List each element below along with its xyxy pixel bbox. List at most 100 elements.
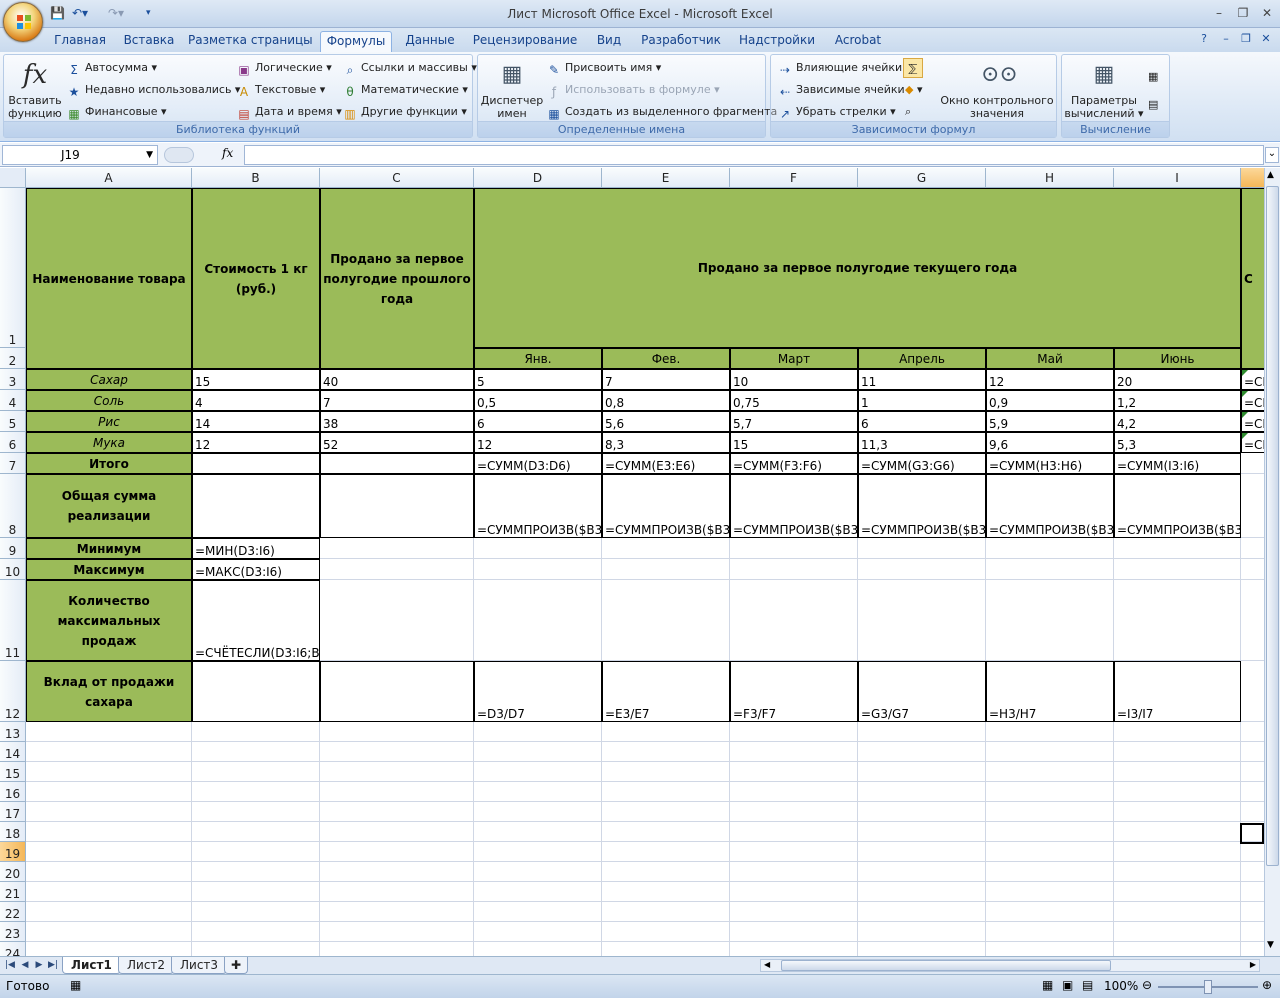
grid-cell[interactable] xyxy=(192,942,320,956)
grid-cell[interactable] xyxy=(474,580,602,661)
grid-cell[interactable] xyxy=(1114,559,1241,580)
grid-cell[interactable] xyxy=(474,902,602,922)
month-value-cell[interactable]: 12 xyxy=(986,369,1114,390)
select-all-corner[interactable] xyxy=(0,168,26,188)
grid-cell[interactable] xyxy=(858,722,986,742)
page-layout-view-icon[interactable]: ▣ xyxy=(1062,978,1073,992)
count-label[interactable]: Количество максимальных продаж xyxy=(26,580,192,661)
grid-cell[interactable] xyxy=(1241,842,1264,862)
column-header-e[interactable]: E xyxy=(602,168,730,188)
redo-icon[interactable]: ↷▾ xyxy=(108,5,124,22)
grid-cell[interactable] xyxy=(26,882,192,902)
grid-cell[interactable] xyxy=(1241,580,1264,661)
math-button[interactable]: θ Математические ▾ xyxy=(342,80,468,100)
row-header[interactable]: 3 xyxy=(0,369,26,390)
grid-cell[interactable] xyxy=(858,942,986,956)
empty-cell[interactable] xyxy=(320,453,474,474)
sheet-tab-3[interactable]: Лист3 xyxy=(171,957,228,974)
share-formula-cell[interactable]: =I3/I7 xyxy=(1114,661,1241,722)
grid-cell[interactable] xyxy=(320,762,474,782)
grid-cell[interactable] xyxy=(1114,802,1241,822)
sumproduct-formula-cell[interactable]: =СУММПРОИЗВ($B3 xyxy=(1114,474,1241,538)
grid-cell[interactable] xyxy=(192,902,320,922)
grid-cell[interactable] xyxy=(320,782,474,802)
grid-cell[interactable] xyxy=(858,762,986,782)
grid-cell[interactable] xyxy=(26,942,192,956)
grid-cell[interactable] xyxy=(602,882,730,902)
tab-addins[interactable]: Надстройки xyxy=(734,31,820,52)
grid-cell[interactable] xyxy=(986,742,1114,762)
grid-cell[interactable] xyxy=(26,742,192,762)
sheet-tab-2[interactable]: Лист2 xyxy=(118,957,175,974)
scroll-up-icon[interactable]: ▲ xyxy=(1267,170,1274,180)
grid-cell[interactable] xyxy=(1114,722,1241,742)
grid-cell[interactable] xyxy=(26,922,192,942)
grid-cell[interactable] xyxy=(730,762,858,782)
tab-formulas[interactable]: Формулы xyxy=(320,31,392,52)
grid-cell[interactable] xyxy=(192,722,320,742)
grid-cell[interactable] xyxy=(1114,862,1241,882)
grid-cell[interactable] xyxy=(986,842,1114,862)
grid-cell[interactable] xyxy=(986,762,1114,782)
price-cell[interactable]: 4 xyxy=(192,390,320,411)
total-formula-cell[interactable]: =СУММ(G3:G6) xyxy=(858,453,986,474)
grid-cell[interactable] xyxy=(26,722,192,742)
month-value-cell[interactable]: 6 xyxy=(858,411,986,432)
grid-cell[interactable] xyxy=(1114,902,1241,922)
total-formula-cell[interactable]: =СУММ(H3:H6) xyxy=(986,453,1114,474)
grid-cell[interactable] xyxy=(1114,782,1241,802)
column-header-c[interactable]: C xyxy=(320,168,474,188)
grid-cell[interactable] xyxy=(602,580,730,661)
grid-cell[interactable] xyxy=(1114,842,1241,862)
grid-cell[interactable] xyxy=(1241,538,1264,559)
grid-cell[interactable] xyxy=(986,882,1114,902)
month-value-cell[interactable]: 6 xyxy=(474,411,602,432)
grid-cell[interactable] xyxy=(474,538,602,559)
error-checking-icon[interactable]: ◆ ▾ xyxy=(905,80,923,100)
grid-cell[interactable] xyxy=(192,882,320,902)
total-formula-cell[interactable]: =СУММ(F3:F6) xyxy=(730,453,858,474)
grid-cell[interactable] xyxy=(858,742,986,762)
header-current-year[interactable]: Продано за первое полугодие текущего год… xyxy=(474,188,1241,348)
insert-function-fx-icon[interactable]: fx xyxy=(222,146,233,160)
row-header[interactable]: 11 xyxy=(0,580,26,661)
lookup-button[interactable]: ⌕ Ссылки и массивы ▾ xyxy=(342,58,477,78)
share-formula-cell[interactable]: =F3/F7 xyxy=(730,661,858,722)
create-from-selection-button[interactable]: ▦ Создать из выделенного фрагмента xyxy=(546,102,777,122)
grid-cell[interactable] xyxy=(474,762,602,782)
grid-cell[interactable] xyxy=(1114,762,1241,782)
autosum-button[interactable]: Σ Автосумма ▾ xyxy=(66,58,157,78)
grid-cell[interactable] xyxy=(730,538,858,559)
name-manager-button[interactable]: ▦ Диспетчер имен xyxy=(480,59,544,120)
month-value-cell[interactable]: 9,6 xyxy=(986,432,1114,453)
tab-view[interactable]: Вид xyxy=(590,31,628,52)
row-header[interactable]: 14 xyxy=(0,742,26,762)
grid-cell[interactable] xyxy=(730,559,858,580)
month-value-cell[interactable]: 5,9 xyxy=(986,411,1114,432)
grid-cell[interactable] xyxy=(320,580,474,661)
next-sheet-icon[interactable]: ▶ xyxy=(33,959,45,972)
grid-cell[interactable] xyxy=(858,559,986,580)
horizontal-scroll-thumb[interactable] xyxy=(781,960,1111,971)
formula-input[interactable] xyxy=(244,145,1264,165)
sumproduct-formula-cell[interactable]: =СУММПРОИЗВ($B3 xyxy=(474,474,602,538)
total-formula-cell[interactable]: =СУММ(I3:I6) xyxy=(1114,453,1241,474)
grid-cell[interactable] xyxy=(320,559,474,580)
tab-insert[interactable]: Вставка xyxy=(118,31,180,52)
tab-developer[interactable]: Разработчик xyxy=(636,31,726,52)
grid-cell[interactable] xyxy=(1114,742,1241,762)
grid-cell[interactable] xyxy=(730,782,858,802)
datetime-button[interactable]: ▤ Дата и время ▾ xyxy=(236,102,341,122)
grid-cell[interactable] xyxy=(602,802,730,822)
grid-cell[interactable] xyxy=(1241,782,1264,802)
trace-precedents-button[interactable]: ⇢ Влияющие ячейки xyxy=(777,58,902,78)
max-formula-cell[interactable]: =МАКС(D3:I6) xyxy=(192,559,320,580)
horizontal-scrollbar[interactable]: ◀ ▶ xyxy=(760,959,1260,972)
grid-cell[interactable] xyxy=(602,922,730,942)
grid-cell[interactable] xyxy=(1241,559,1264,580)
grid-cell[interactable] xyxy=(192,862,320,882)
grid-cell[interactable] xyxy=(320,722,474,742)
row-header[interactable]: 13 xyxy=(0,722,26,742)
grid-cell[interactable] xyxy=(986,538,1114,559)
month-value-cell[interactable]: 0,9 xyxy=(986,390,1114,411)
